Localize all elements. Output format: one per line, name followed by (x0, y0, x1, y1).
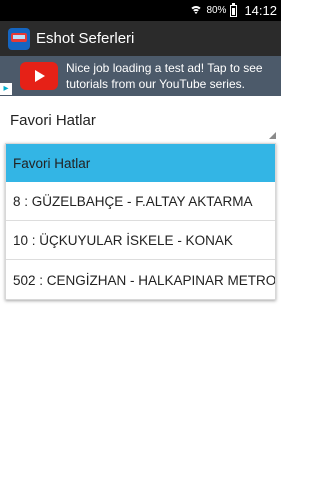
battery-percent: 80% (206, 5, 227, 16)
clock: 14:12 (244, 3, 277, 18)
status-bar: 80% 14:12 (0, 0, 281, 21)
dropdown-item[interactable]: Favori Hatlar (6, 144, 275, 182)
spinner-arrow-icon (269, 132, 276, 139)
ad-text: Nice job loading a test ad! Tap to see t… (66, 61, 263, 91)
dropdown-item[interactable]: 8 : GÜZELBAHÇE - F.ALTAY AKTARMA (6, 183, 275, 221)
dropdown-item[interactable]: 10 : ÜÇKUYULAR İSKELE - KONAK (6, 222, 275, 260)
status-icons: 80% 14:12 (189, 0, 277, 21)
battery-icon (230, 2, 238, 17)
wifi-icon (189, 5, 203, 17)
route-dropdown-list: Favori Hatlar 8 : GÜZELBAHÇE - F.ALTAY A… (5, 143, 276, 300)
app-title: Eshot Seferleri (36, 30, 135, 47)
route-spinner[interactable]: Favori Hatlar (0, 100, 281, 142)
action-bar: Eshot Seferleri (0, 21, 281, 56)
dropdown-item[interactable]: 502 : CENGİZHAN - HALKAPINAR METRO (6, 261, 275, 299)
youtube-logo-icon (20, 62, 58, 90)
ad-banner[interactable]: Nice job loading a test ad! Tap to see t… (0, 56, 281, 96)
ad-choices-icon[interactable]: ▸ (0, 83, 12, 95)
bus-app-icon[interactable] (8, 27, 30, 50)
spinner-selected-value: Favori Hatlar (10, 112, 96, 129)
